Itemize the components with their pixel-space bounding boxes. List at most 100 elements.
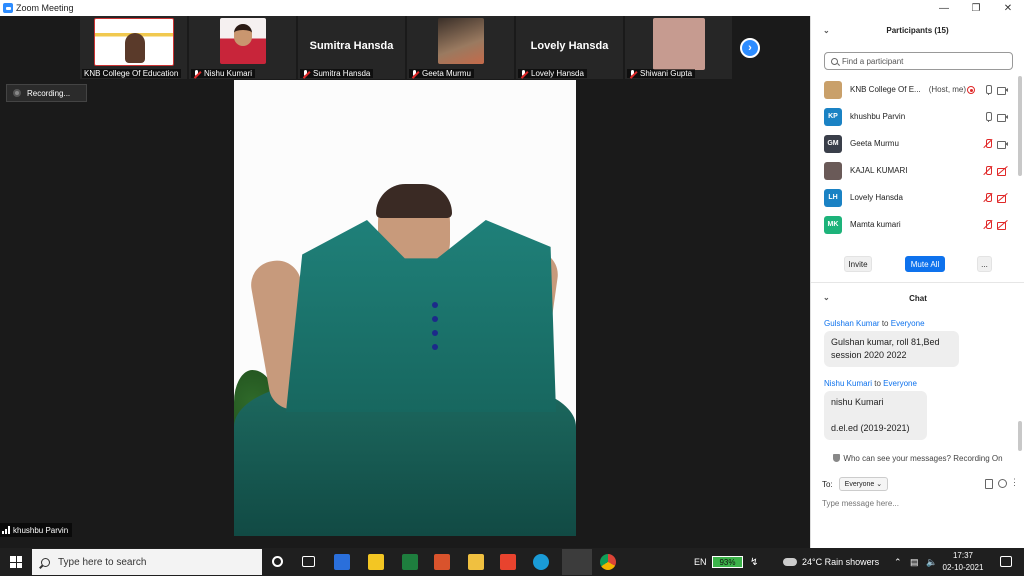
thumbnail-tile[interactable]: Lovely Hansda Lovely Hansda [516, 16, 623, 79]
thumbnail-tile[interactable]: KNB College Of Education [80, 16, 187, 79]
privacy-note[interactable]: Who can see your messages? Recording On [811, 454, 1024, 463]
taskbar-search-box[interactable]: Type here to search [32, 549, 262, 575]
recipient-select[interactable]: Everyone ⌄ [838, 477, 889, 491]
clock[interactable]: 17:37 02-10-2021 [940, 550, 986, 574]
tile-name-label: Nishu Kumari [191, 69, 256, 78]
windows-taskbar: Type here to search EN 93% ↯ 24°C Rain s… [0, 548, 1024, 576]
file-icon[interactable] [985, 479, 993, 489]
participants-title: Participants (15) [886, 25, 949, 35]
muted-mic-icon [520, 69, 528, 78]
mic-icon[interactable] [983, 112, 993, 122]
camera-icon[interactable] [997, 85, 1008, 95]
edge-icon[interactable] [533, 554, 549, 570]
participants-header: ⌄ Participants (15) [811, 16, 1024, 44]
tile-name-label: Sumitra Hansda [300, 69, 374, 78]
folder-icon[interactable] [468, 554, 484, 570]
cloud-icon [783, 558, 797, 566]
invite-button[interactable]: Invite [844, 256, 872, 272]
signal-bars-icon [2, 526, 10, 534]
speaker-nameplate: khushbu Parvin [0, 523, 73, 537]
muted-mic-icon [302, 69, 310, 78]
ellipsis-icon[interactable]: ⋮ [1010, 477, 1019, 488]
minimize-button[interactable]: — [928, 0, 960, 16]
windows-start-icon[interactable] [10, 556, 22, 568]
camera-icon[interactable] [997, 139, 1008, 149]
cortana-icon[interactable] [272, 556, 283, 567]
weather-widget[interactable]: 24°C Rain showers [783, 548, 879, 576]
task-view-icon[interactable] [302, 556, 315, 567]
gallery-strip: KNB College Of Education Nishu Kumari Su… [80, 16, 732, 79]
more-options-icon[interactable] [998, 479, 1007, 488]
excel-icon[interactable] [402, 554, 418, 570]
slides-icon[interactable] [434, 554, 450, 570]
maximize-button[interactable]: ❐ [960, 0, 992, 16]
participant-row[interactable]: KAJAL KUMARI [811, 157, 1017, 184]
recording-indicator[interactable]: Recording... [6, 84, 87, 102]
mute-all-button[interactable]: Mute All [905, 256, 945, 272]
video-feed [219, 18, 266, 64]
chat-title: Chat [909, 293, 927, 303]
video-feed [437, 18, 484, 64]
muted-mic-icon[interactable] [983, 166, 993, 176]
participant-search-input[interactable]: Find a participant [824, 52, 1013, 70]
tile-name-label: Shiwani Gupta [627, 69, 696, 78]
network-icon[interactable]: ▤ [910, 548, 919, 576]
more-button[interactable]: ... [977, 256, 992, 272]
video-feed [93, 18, 174, 66]
muted-mic-icon [411, 69, 419, 78]
camera-off-icon[interactable] [997, 220, 1007, 230]
muted-mic-icon[interactable] [983, 220, 993, 230]
tile-big-name: Sumitra Hansda [309, 40, 394, 52]
side-panel: ⌄ Participants (15) Find a participant K… [810, 16, 1024, 548]
chevron-down-icon[interactable]: ⌄ [823, 26, 830, 35]
active-speaker-video [234, 80, 576, 536]
app-icon-settings[interactable] [334, 554, 350, 570]
chrome-icon[interactable] [600, 554, 616, 570]
shield-icon [833, 454, 841, 462]
chat-message-meta: Gulshan Kumar to Everyone [824, 319, 925, 328]
muted-mic-icon[interactable] [983, 139, 993, 149]
store-icon[interactable] [368, 554, 384, 570]
recording-dot-icon [13, 89, 21, 97]
mic-icon[interactable] [983, 85, 993, 95]
chat-message-input[interactable] [822, 496, 1012, 510]
language-indicator[interactable]: EN [694, 548, 707, 576]
camera-off-icon[interactable] [997, 193, 1007, 203]
participant-row[interactable]: LH Lovely Hansda [811, 184, 1017, 211]
next-page-arrow-icon[interactable]: › [740, 38, 760, 58]
chevron-up-icon[interactable]: ⌃ [894, 548, 902, 576]
close-button[interactable]: ✕ [992, 0, 1024, 16]
muted-mic-icon[interactable] [983, 193, 993, 203]
volume-icon[interactable]: 🔈 [926, 548, 937, 576]
participant-row[interactable]: KP khushbu Parvin [811, 103, 1017, 130]
title-bar: Zoom Meeting — ❐ ✕ [0, 0, 1024, 16]
avatar: GM [824, 134, 842, 153]
avatar [824, 161, 842, 180]
muted-mic-icon [193, 69, 201, 78]
avatar [824, 80, 842, 99]
thumbnail-tile[interactable]: Nishu Kumari [189, 16, 296, 79]
participant-actions: Invite Mute All ... [811, 256, 1024, 274]
battery-icon[interactable]: 93% [712, 556, 743, 568]
notification-icon[interactable] [1000, 556, 1012, 567]
thumbnail-tile[interactable]: Sumitra Hansda Sumitra Hansda [298, 16, 405, 79]
search-icon [41, 557, 50, 567]
thumbnail-tile[interactable]: Geeta Murmu [407, 16, 514, 79]
zoom-window: Zoom Meeting — ❐ ✕ KNB College Of Educat… [0, 0, 1024, 548]
to-label: To: [822, 479, 833, 489]
participant-row[interactable]: MK Mamta kumari [811, 211, 1017, 238]
muted-mic-icon [629, 69, 637, 78]
zoom-taskbar-icon[interactable] [562, 549, 592, 575]
thumbnail-tile[interactable]: Shiwani Gupta [625, 16, 732, 79]
office-icon[interactable] [500, 554, 516, 570]
chevron-down-icon[interactable]: ⌄ [823, 293, 830, 302]
camera-off-icon[interactable] [997, 166, 1007, 176]
avatar: KP [824, 107, 842, 126]
window-title: Zoom Meeting [16, 3, 74, 13]
chat-bubble: Gulshan kumar, roll 81,Bed session 2020 … [824, 331, 959, 367]
participant-row[interactable]: KNB College Of E... (Host, me) [811, 76, 1017, 103]
camera-icon[interactable] [997, 112, 1008, 122]
chat-scrollbar[interactable] [1018, 421, 1022, 451]
participants-scrollbar[interactable] [1018, 76, 1022, 176]
participant-row[interactable]: GM Geeta Murmu [811, 130, 1017, 157]
